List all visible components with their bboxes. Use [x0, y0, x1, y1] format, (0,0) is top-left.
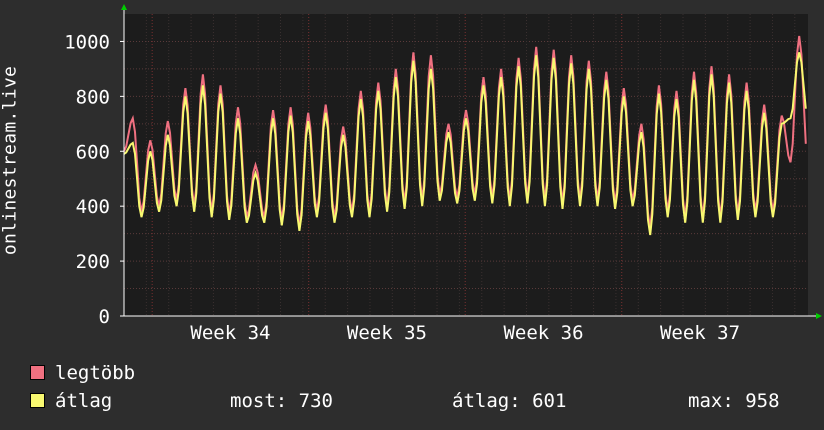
y-tick-label: 0	[99, 306, 110, 328]
y-tick-label: 400	[76, 196, 110, 218]
stat-max: max: 958	[688, 390, 780, 412]
y-tick-label: 200	[76, 251, 110, 273]
x-tick-label: Week 35	[347, 322, 427, 344]
y-axis-title: onlinestream.live	[0, 65, 21, 256]
x-tick-label: Week 34	[190, 322, 270, 344]
stat-current: most: 730	[230, 390, 333, 412]
legend-item-avg: átlag	[30, 390, 112, 412]
legend-label-max: legtöbb	[55, 362, 136, 384]
stat-average: átlag: 601	[452, 390, 567, 412]
legend-item-max: legtöbb	[30, 362, 135, 384]
y-tick-label: 1000	[64, 31, 110, 53]
x-tick-label: Week 37	[660, 322, 740, 344]
y-axis-arrow-icon	[121, 4, 127, 10]
x-axis-arrow-icon	[816, 313, 822, 319]
legend-label-avg: átlag	[55, 390, 113, 412]
x-tick-label: Week 36	[503, 322, 583, 344]
y-tick-label: 600	[76, 141, 110, 163]
legend-swatch-avg	[30, 393, 45, 408]
legend-swatch-max	[30, 365, 45, 380]
y-tick-label: 800	[76, 86, 110, 108]
